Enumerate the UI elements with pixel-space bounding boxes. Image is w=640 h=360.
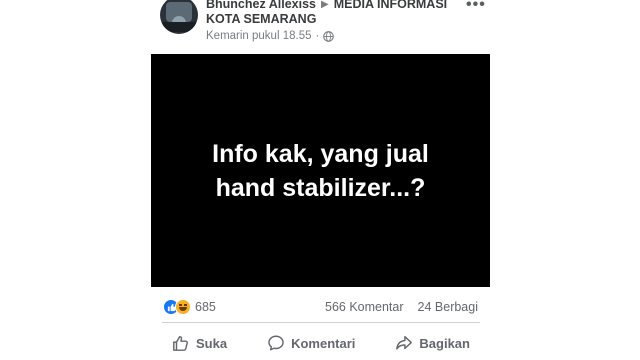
share-button-label: Bagikan [419,335,470,351]
share-arrow-icon [396,335,413,350]
comment-count[interactable]: 566 Komentar [325,300,404,314]
comment-icon [268,335,284,351]
group-name-continued[interactable]: KOTA SEMARANG [206,12,316,26]
post-meta: Kemarin pukul 18.55 · [206,30,335,42]
meta-separator: · [315,30,320,42]
like-button-label: Suka [196,335,228,351]
globe-icon [323,30,335,42]
share-button[interactable]: Bagikan [385,334,480,352]
share-count[interactable]: 24 Berbagi [418,300,478,314]
like-button[interactable]: Suka [162,334,237,352]
image-caption: Info kak, yang jual hand stabilizer...? [171,137,471,205]
image-caption-line-1: Info kak, yang jual [212,139,429,168]
divider [162,322,480,323]
thumbs-up-icon [173,335,188,351]
reaction-summary[interactable]: 685 [163,298,216,316]
facebook-post: Bhunchez Allexiss ▶ MEDIA INFORMASI KOTA… [0,0,640,360]
avatar[interactable] [160,0,198,34]
haha-icon [175,299,191,315]
image-caption-line-2: hand stabilizer...? [215,173,426,202]
timestamp[interactable]: Kemarin pukul 18.55 [206,30,311,42]
engagement-counts: 566 Komentar 24 Berbagi [325,298,478,316]
reaction-icons [163,299,191,315]
action-bar: Suka Komentari Bagikan [162,328,480,358]
author-name[interactable]: Bhunchez Allexiss [206,0,316,11]
group-name[interactable]: MEDIA INFORMASI [334,0,447,11]
post-header: Bhunchez Allexiss ▶ MEDIA INFORMASI [206,0,447,12]
more-options-icon[interactable]: ••• [466,0,486,14]
comment-button-label: Komentari [291,335,356,351]
triangle-right-icon: ▶ [321,0,329,10]
comment-button[interactable]: Komentari [257,334,365,352]
post-image[interactable]: Info kak, yang jual hand stabilizer...? [151,54,490,287]
reaction-count: 685 [195,300,216,314]
